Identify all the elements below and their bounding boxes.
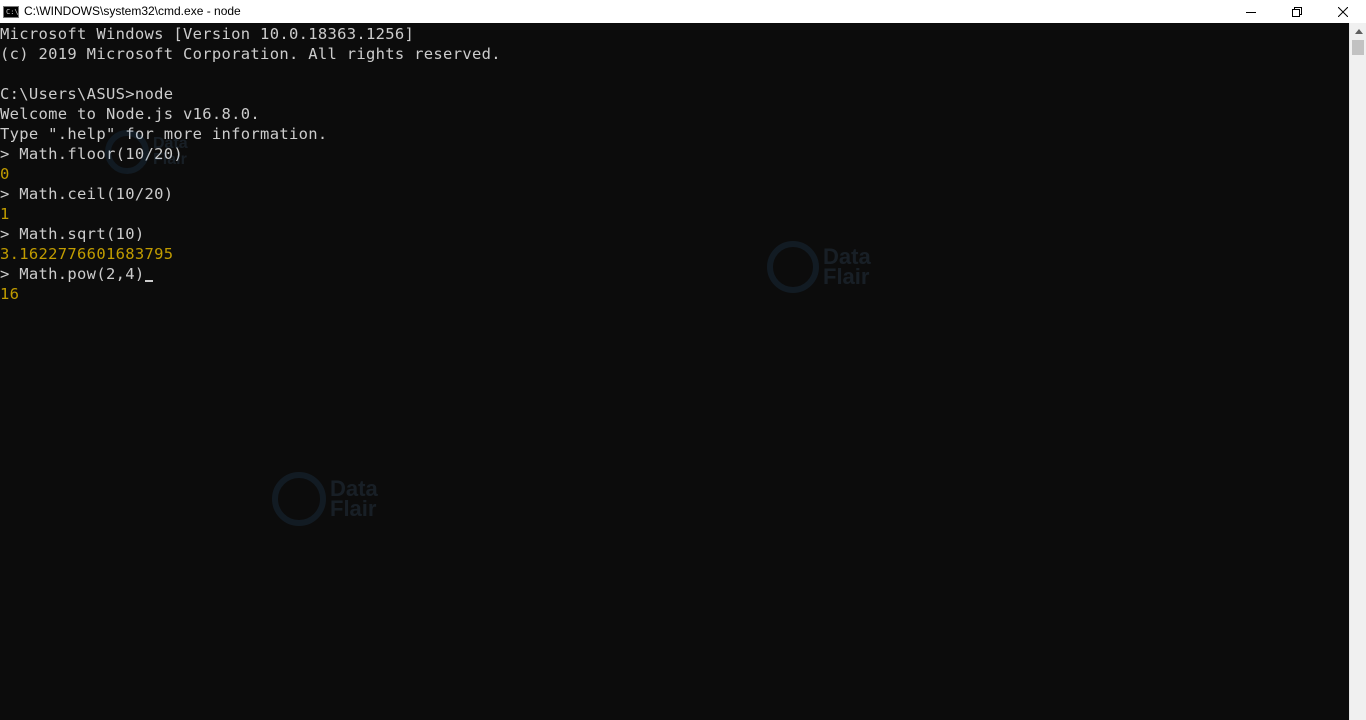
console-line: Type ".help" for more information.	[0, 125, 328, 143]
console-input-line: > Math.pow(2,4)	[0, 264, 1349, 284]
console-result-line: 0	[0, 165, 10, 183]
title-bar[interactable]: C:\ C:\WINDOWS\system32\cmd.exe - node	[0, 0, 1366, 23]
console-result-line: 1	[0, 205, 10, 223]
console-input-line: > Math.sqrt(10)	[0, 225, 145, 243]
restore-icon	[1292, 6, 1302, 17]
window-controls	[1228, 0, 1366, 23]
console-input-line: > Math.ceil(10/20)	[0, 185, 174, 203]
restore-button[interactable]	[1274, 0, 1320, 23]
console-line: C:\Users\ASUS>node	[0, 85, 174, 103]
console-line: Welcome to Node.js v16.8.0.	[0, 105, 261, 123]
vertical-scrollbar[interactable]	[1349, 23, 1366, 720]
console-line: (c) 2019 Microsoft Corporation. All righ…	[0, 45, 501, 63]
minimize-icon	[1246, 11, 1256, 13]
scroll-up-button[interactable]	[1350, 23, 1366, 40]
window-title: C:\WINDOWS\system32\cmd.exe - node	[24, 4, 241, 18]
cmd-window: C:\ C:\WINDOWS\system32\cmd.exe - node M…	[0, 0, 1366, 720]
console-output[interactable]: Microsoft Windows [Version 10.0.18363.12…	[0, 23, 1349, 720]
cmd-icon[interactable]: C:\	[3, 5, 19, 18]
console-input-line: > Math.floor(10/20)	[0, 145, 184, 163]
console-line: Microsoft Windows [Version 10.0.18363.12…	[0, 25, 415, 43]
scroll-thumb[interactable]	[1352, 40, 1364, 55]
console-result-line: 3.1622776601683795	[0, 245, 174, 263]
console-result-line: 16	[0, 285, 20, 303]
text-cursor	[145, 280, 154, 282]
minimize-button[interactable]	[1228, 0, 1274, 23]
scroll-up-arrow-icon	[1354, 29, 1363, 34]
close-button[interactable]	[1320, 0, 1366, 23]
close-icon	[1338, 6, 1348, 17]
